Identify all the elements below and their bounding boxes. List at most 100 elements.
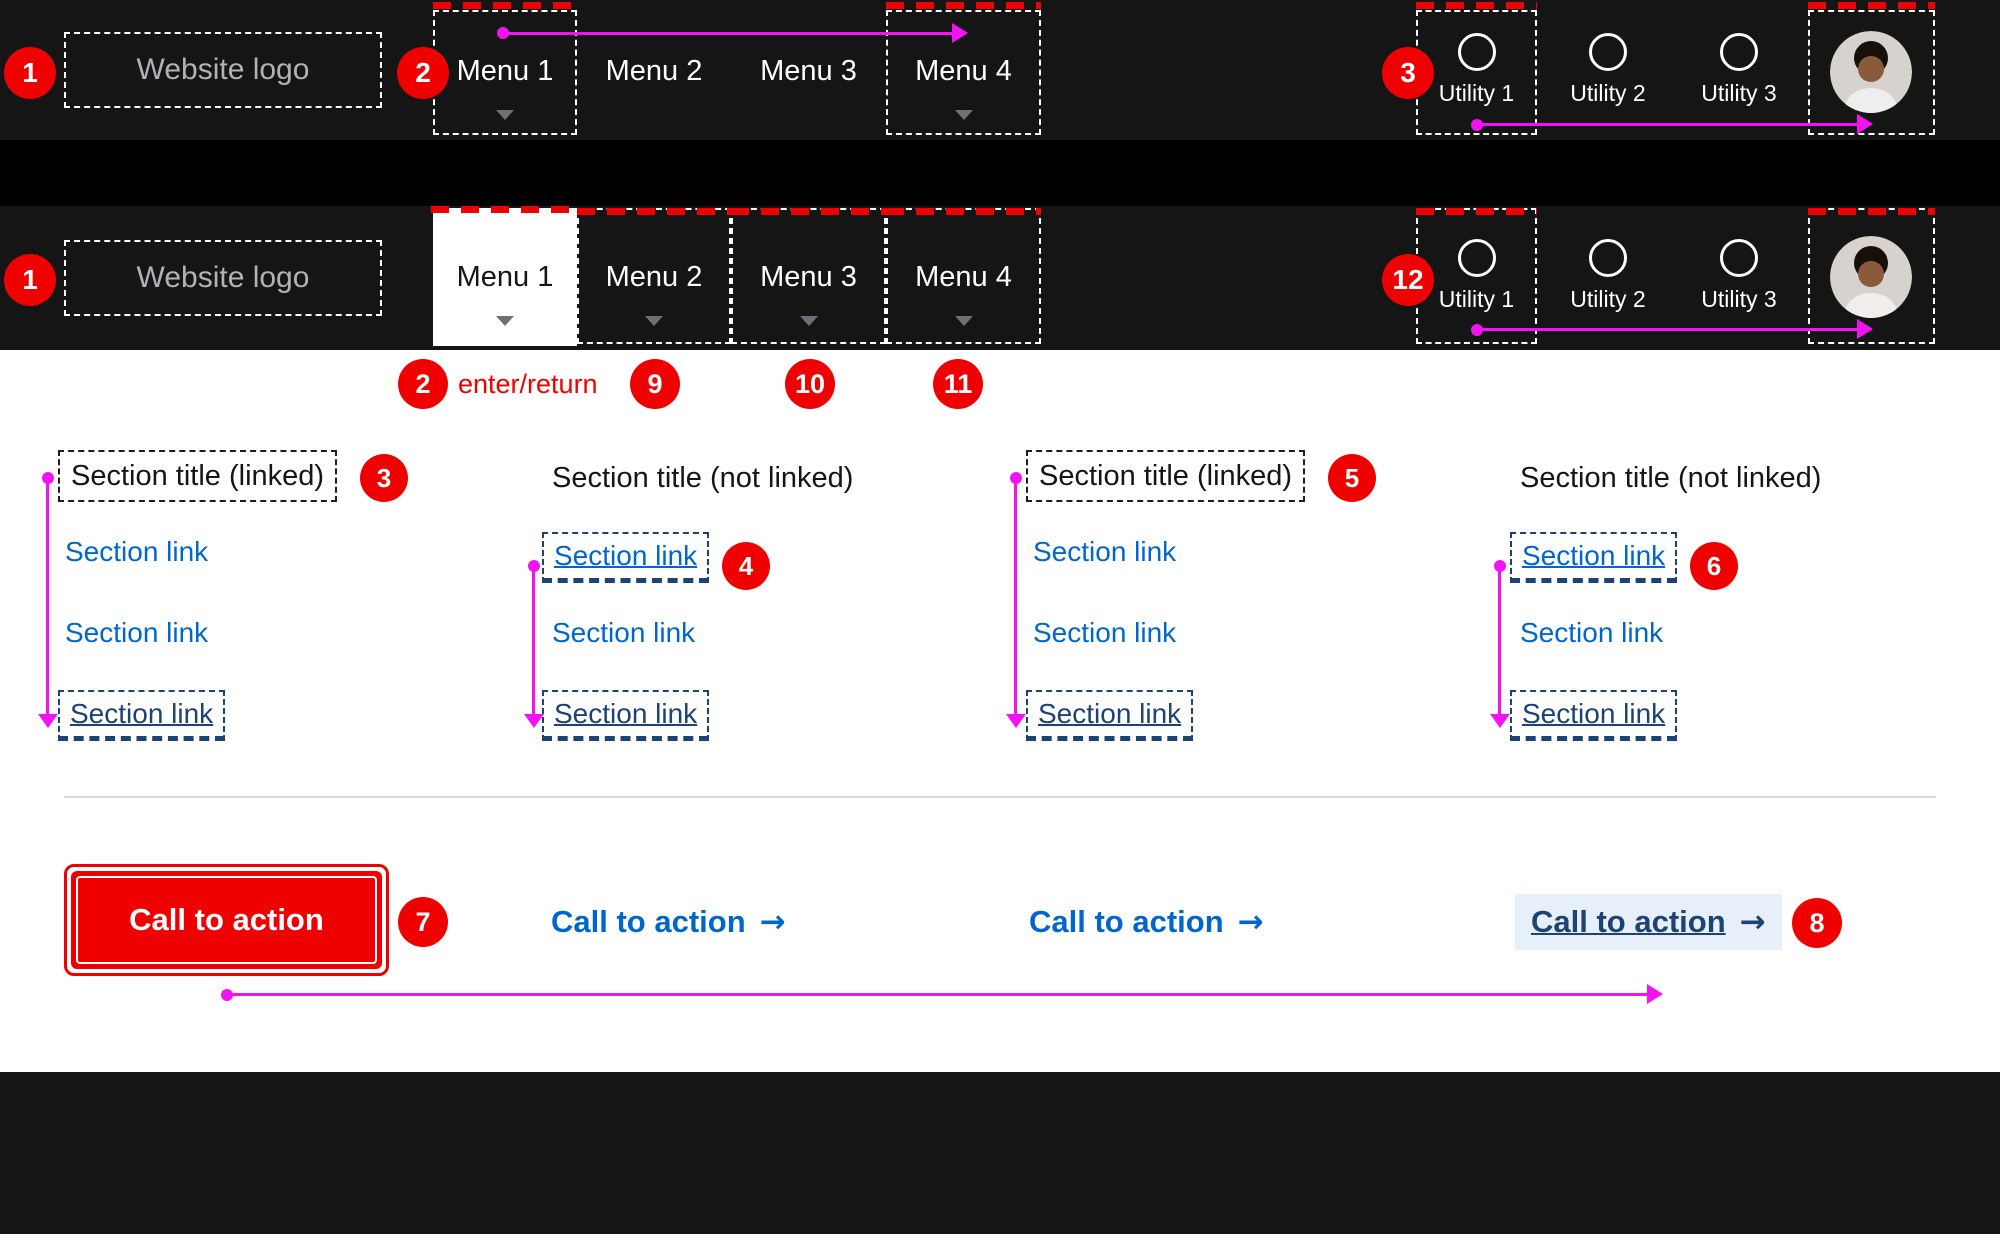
call-to-action-link[interactable]: Call to action → [551,902,786,942]
focus-path-line [1498,570,1501,716]
nav-menu-2[interactable]: Menu 2 [577,0,731,140]
key-hint-label: enter/return [458,369,598,399]
focus-path-arrow [1006,714,1026,728]
nav-menu-2[interactable]: Menu 2 [577,206,731,350]
section-link-focused[interactable]: Section link [1026,690,1194,741]
menu-label: Menu 1 [456,261,554,293]
caret-down-icon [496,316,514,326]
utility-circle-icon [1589,33,1627,71]
page: 1 Website logo Menu 1 Menu 2 Menu 3 Menu… [0,0,2000,1234]
utility-label: Utility 2 [1570,286,1646,312]
section-link-focused[interactable]: Section link [1510,690,1678,741]
section-link[interactable]: Section link [65,617,208,649]
nav-menu-1-expanded[interactable]: Menu 1 [431,206,579,350]
section-link-label: Section link [554,698,698,729]
caret-down-icon [954,110,973,120]
nav-menu-4[interactable]: Menu 4 [886,0,1041,140]
focus-path-arrow [38,714,58,728]
focus-path-arrow [1647,984,1663,1004]
section-link-focused[interactable]: Section link [542,532,710,583]
section-link-focused[interactable]: Section link [1510,532,1678,583]
utility-label: Utility 3 [1701,80,1777,106]
annotation-badge-9: 9 [630,359,680,409]
call-to-action-button[interactable]: Call to action [71,871,382,969]
nav-menu-1[interactable]: Menu 1 [433,0,577,140]
focus-path-dot [1494,560,1506,572]
annotation-badge-5: 5 [1328,454,1376,502]
tab-stop-marker [433,2,577,9]
section-title-linked[interactable]: Section title (linked) [58,450,338,502]
focus-path-arrow [1857,114,1873,134]
utility-label: Utility 2 [1570,80,1646,106]
menu-label: Menu 1 [456,55,554,87]
section-link-focused[interactable]: Section link [58,690,226,741]
annotation-badge-7: 7 [398,897,448,947]
tab-stop-marker [577,208,731,215]
caret-down-icon [645,316,663,326]
annotation-badge-3: 3 [360,454,408,502]
utility-label: Utility 1 [1438,80,1515,106]
tab-stop-marker [1416,2,1537,9]
nav-menu-4[interactable]: Menu 4 [886,206,1041,350]
utility-circle-icon [1457,33,1496,71]
nav-utility-3[interactable]: Utility 3 [1679,0,1799,140]
caret-down-icon [954,316,973,326]
focus-path-arrow [952,23,968,43]
focus-path-dot [1010,472,1022,484]
call-to-action-link[interactable]: Call to action → [1029,902,1264,942]
section-link-label: Section link [1522,540,1666,571]
focus-path-line [532,570,535,716]
tab-stop-marker [431,206,579,213]
utility-circle-icon [1720,239,1758,277]
user-avatar[interactable] [1830,236,1912,318]
menu-label: Menu 3 [760,55,857,87]
masthead-expanded: 1 Website logo Menu 1 Menu 2 Menu 3 Menu… [0,206,2000,350]
section-link[interactable]: Section link [552,617,695,649]
website-logo[interactable]: Website logo [64,240,382,316]
tab-stop-marker [886,208,1041,215]
call-to-action-link-focused[interactable]: Call to action → [1515,894,1782,950]
tab-stop-marker [1808,2,1935,9]
section-link[interactable]: Section link [1520,617,1663,649]
section-link[interactable]: Section link [1033,536,1176,568]
cta-link-label: Call to action [551,904,746,939]
caret-down-icon [799,316,818,326]
menu-label: Menu 4 [915,55,1012,87]
page-gap-band [0,140,2000,206]
focus-outline [1416,2,1537,135]
nav-menu-3[interactable]: Menu 3 [731,0,886,140]
menu-label: Menu 2 [605,55,703,87]
annotation-badge-4: 4 [722,542,770,590]
user-avatar[interactable] [1830,31,1912,113]
menu-label: Menu 4 [915,261,1012,293]
page-footer [0,1072,2000,1234]
menu-label: Menu 2 [605,261,703,293]
focus-path-line [503,32,955,35]
focus-path-dot [497,27,509,39]
tab-stop-marker [886,2,1041,9]
annotation-badge-12: 12 [1382,254,1434,306]
arrow-right-icon: → [759,904,786,940]
focus-path-dot [221,989,233,1001]
section-link[interactable]: Section link [1033,617,1176,649]
section-link-label: Section link [554,540,698,571]
focus-path-dot [42,472,54,484]
tab-stop-marker [1808,208,1935,215]
nav-utility-2[interactable]: Utility 2 [1548,0,1668,140]
arrow-right-icon: → [1739,904,1766,940]
section-link-focused[interactable]: Section link [542,690,710,741]
utility-label: Utility 3 [1701,286,1777,312]
cta-button-focus-ring: Call to action [64,864,389,976]
section-title-linked[interactable]: Section title (linked) [1026,450,1306,502]
section-link[interactable]: Section link [65,536,208,568]
focus-path-dot [1471,324,1483,336]
utility-circle-icon [1457,239,1496,277]
section-link-label: Section link [70,698,214,729]
cta-link-label: Call to action [1029,904,1224,939]
focus-path-dot [1471,119,1483,131]
focus-path-line [227,993,1647,996]
nav-menu-3[interactable]: Menu 3 [731,206,886,350]
website-logo[interactable]: Website logo [64,32,382,108]
annotation-badge-8: 8 [1792,898,1842,948]
annotation-badge-2: 2 [398,359,448,409]
